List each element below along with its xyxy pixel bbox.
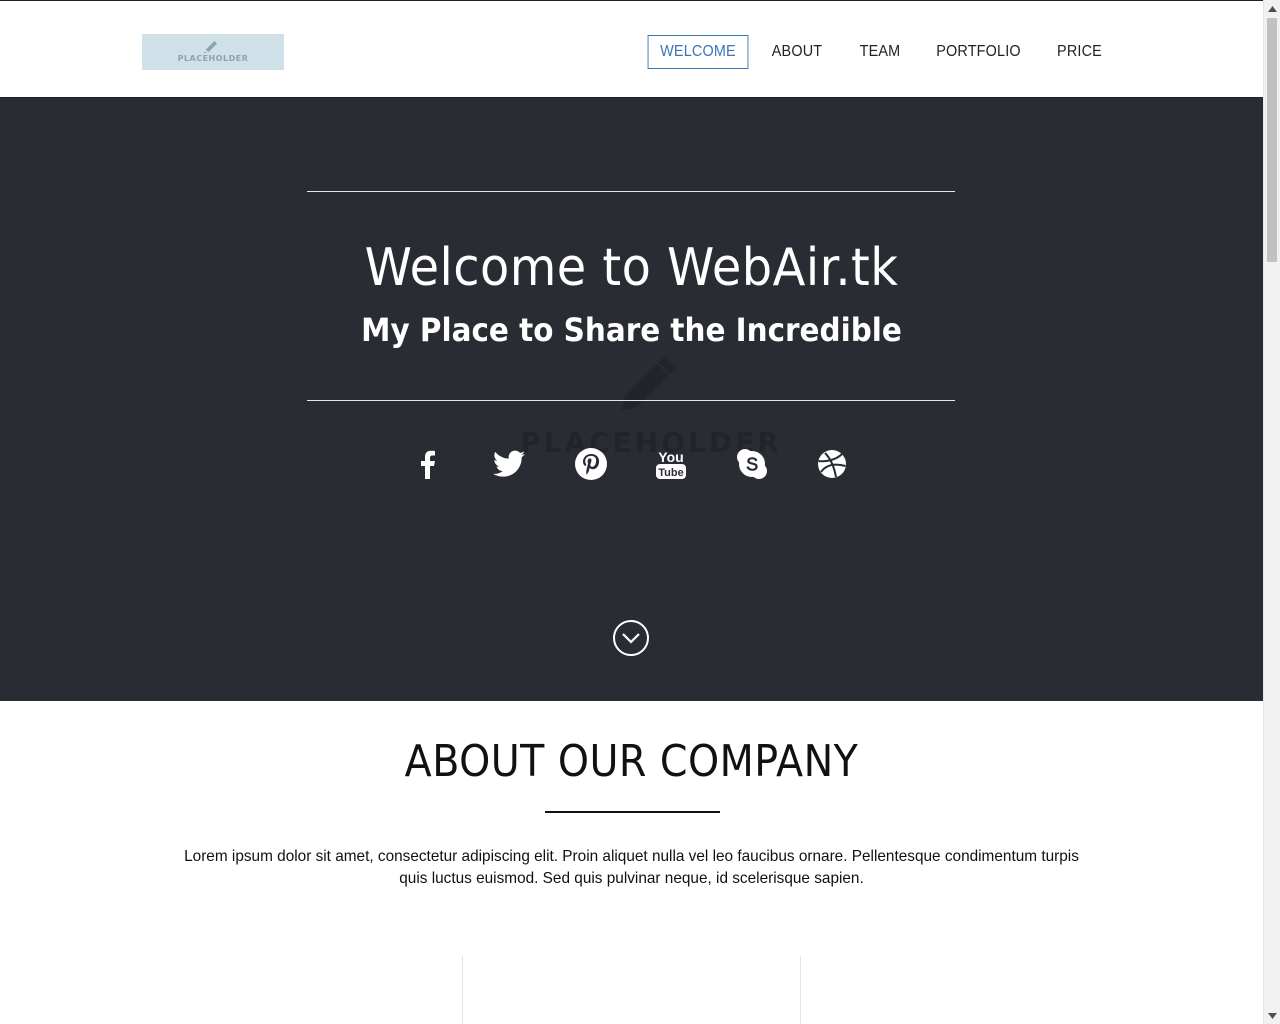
scroll-down-arrow-icon[interactable] [1264,1007,1280,1024]
youtube-icon[interactable]: You Tube [651,444,691,484]
about-divider [545,811,720,813]
nav-item-team[interactable]: TEAM [844,35,916,69]
hero-bottom-rule [307,400,955,401]
hero-top-rule [307,191,955,192]
dribbble-icon[interactable] [812,444,852,484]
scroll-down-icon[interactable] [612,619,650,657]
pencil-icon [621,356,676,411]
nav-item-portfolio[interactable]: PORTFOLIO [926,35,1031,69]
logo-text: PLACEHOLDER [177,54,249,63]
hero-section: PLACEHOLDER Welcome to WebAir.tk My Plac… [0,98,1263,701]
skype-icon[interactable] [732,444,772,484]
pencil-icon [204,41,217,53]
twitter-icon[interactable] [489,444,529,484]
scroll-up-arrow-icon[interactable] [1264,0,1280,17]
about-title: ABOUT OUR COMPANY [404,736,859,787]
hero-subtitle: My Place to Share the Incredible [361,311,902,349]
scrollbar-thumb[interactable] [1267,18,1277,262]
site-logo[interactable]: PLACEHOLDER [142,34,284,70]
main-nav: WELCOME ABOUT TEAM PORTFOLIO PRICE [642,35,1122,69]
nav-item-price[interactable]: PRICE [1041,35,1118,69]
nav-item-welcome[interactable]: WELCOME [647,35,749,69]
column-divider [462,956,463,1024]
youtube-glyph-bottom: Tube [658,467,683,479]
about-text: Lorem ipsum dolor sit amet, consectetur … [184,848,1079,887]
pinterest-icon[interactable] [571,444,611,484]
hero-title: Welcome to WebAir.tk [364,238,899,298]
nav-item-about[interactable]: ABOUT [758,35,835,69]
youtube-glyph-top: You [658,449,683,465]
social-links: You Tube [407,444,857,484]
column-divider [800,956,801,1024]
facebook-icon[interactable] [407,444,447,484]
page-viewport: PLACEHOLDER WELCOME ABOUT TEAM PORTFOLIO… [0,0,1263,1024]
page-scrollbar[interactable] [1263,0,1280,1024]
site-header: PLACEHOLDER WELCOME ABOUT TEAM PORTFOLIO… [0,0,1263,98]
